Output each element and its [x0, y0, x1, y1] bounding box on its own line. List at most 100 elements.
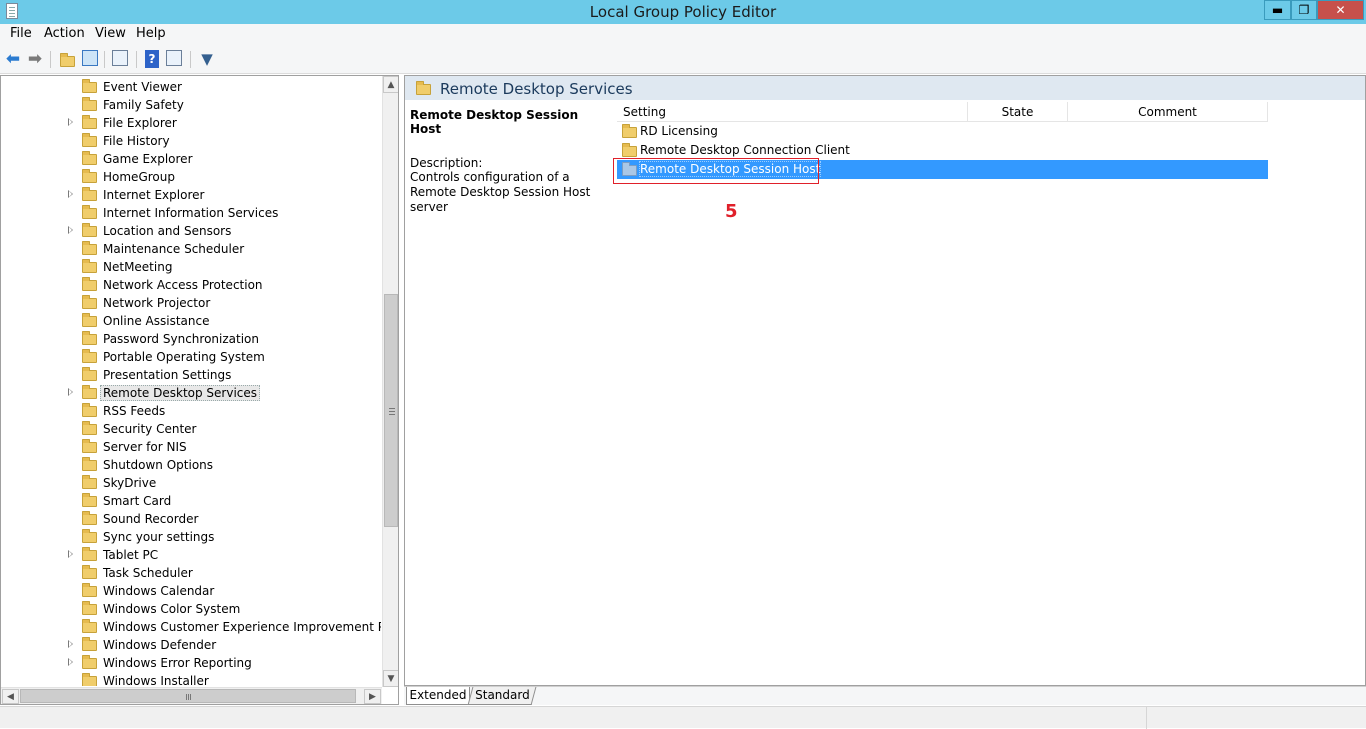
details-pane: Remote Desktop Services Remote Desktop S…: [404, 75, 1366, 686]
tree-item[interactable]: Internet Information Services: [1, 204, 381, 222]
tree-item[interactable]: NetMeeting: [1, 258, 381, 276]
expand-arrow-icon[interactable]: [68, 388, 73, 396]
tree-item-label: Sound Recorder: [103, 512, 199, 526]
tree-item[interactable]: SkyDrive: [1, 474, 381, 492]
tree-horizontal-scrollbar[interactable]: ◀ ▶: [1, 687, 382, 704]
folder-icon: [416, 81, 431, 95]
tree-item[interactable]: Sync your settings: [1, 528, 381, 546]
tree-item[interactable]: Maintenance Scheduler: [1, 240, 381, 258]
tree-item[interactable]: Windows Calendar: [1, 582, 381, 600]
show-hide-action-pane-icon[interactable]: [166, 50, 182, 66]
horizontal-scroll-thumb[interactable]: [20, 689, 356, 703]
scroll-left-arrow-icon[interactable]: ◀: [2, 689, 19, 704]
list-item[interactable]: RD Licensing: [617, 122, 1268, 141]
tree-item[interactable]: Game Explorer: [1, 150, 381, 168]
tab-extended[interactable]: Extended: [406, 687, 470, 705]
tree-item[interactable]: File History: [1, 132, 381, 150]
expand-arrow-icon[interactable]: [68, 640, 73, 648]
tree-item[interactable]: Server for NIS: [1, 438, 381, 456]
tree-item[interactable]: Windows Color System: [1, 600, 381, 618]
up-one-level-icon[interactable]: [58, 50, 76, 68]
tree-item[interactable]: Event Viewer: [1, 78, 381, 96]
menu-help[interactable]: Help: [136, 26, 166, 41]
column-header-setting[interactable]: Setting: [617, 102, 968, 122]
help-icon[interactable]: ?: [145, 50, 159, 68]
tree-item[interactable]: Shutdown Options: [1, 456, 381, 474]
console-tree-pane: Event Viewer Family Safety File Explorer Fi…: [0, 75, 399, 705]
tree-item-label: Maintenance Scheduler: [103, 242, 245, 256]
tree-item[interactable]: Windows Defender: [1, 636, 381, 654]
tree-item[interactable]: Task Scheduler: [1, 564, 381, 582]
tree-item[interactable]: Windows Customer Experience Improvement …: [1, 618, 381, 636]
menu-action[interactable]: Action: [44, 26, 85, 41]
description-panel: Remote Desktop Session Host Description:…: [410, 108, 610, 215]
scroll-right-arrow-icon[interactable]: ▶: [364, 689, 381, 704]
scroll-thumb[interactable]: [384, 294, 398, 527]
tree-item[interactable]: Portable Operating System: [1, 348, 381, 366]
tab-standard[interactable]: Standard: [467, 687, 537, 705]
folder-icon: [82, 133, 97, 147]
expand-arrow-icon[interactable]: [68, 226, 73, 234]
expand-arrow-icon[interactable]: [68, 658, 73, 666]
tree-item[interactable]: Location and Sensors: [1, 222, 381, 240]
back-arrow-icon[interactable]: ⬅: [4, 49, 22, 69]
tree-item[interactable]: HomeGroup: [1, 168, 381, 186]
column-header-state[interactable]: State: [968, 102, 1068, 122]
toolbar-separator: [136, 51, 137, 68]
status-bar: [0, 706, 1366, 729]
minimize-button[interactable]: ▬: [1264, 0, 1291, 20]
folder-icon: [82, 493, 97, 507]
tree-item[interactable]: Windows Error Reporting: [1, 654, 381, 672]
folder-icon: [82, 115, 97, 129]
folder-icon: [82, 655, 97, 669]
show-hide-console-tree-icon[interactable]: [82, 50, 98, 66]
menu-view[interactable]: View: [95, 26, 126, 41]
tree-item-label: Presentation Settings: [103, 368, 232, 382]
annotation-highlight-box: [613, 158, 819, 184]
tree-item[interactable]: Network Access Protection: [1, 276, 381, 294]
folder-icon: [622, 124, 637, 138]
close-button[interactable]: ✕: [1317, 0, 1364, 20]
scroll-down-arrow-icon[interactable]: ▼: [383, 670, 398, 687]
tree-item-label: Family Safety: [103, 98, 184, 112]
tree-item-label: Internet Information Services: [103, 206, 279, 220]
tree-item[interactable]: RSS Feeds: [1, 402, 381, 420]
tree-item[interactable]: Presentation Settings: [1, 366, 381, 384]
list-item-label: RD Licensing: [640, 124, 718, 138]
expand-arrow-icon[interactable]: [68, 550, 73, 558]
tree-item[interactable]: Windows Installer: [1, 672, 381, 686]
folder-icon: [82, 439, 97, 453]
forward-arrow-icon[interactable]: ➡: [26, 49, 44, 69]
restore-button[interactable]: ❐: [1291, 0, 1317, 20]
expand-arrow-icon[interactable]: [68, 190, 73, 198]
tree-item[interactable]: Password Synchronization: [1, 330, 381, 348]
details-header-title: Remote Desktop Services: [440, 80, 633, 98]
tree-item[interactable]: Network Projector: [1, 294, 381, 312]
export-list-icon[interactable]: [112, 50, 128, 66]
expand-arrow-icon[interactable]: [68, 118, 73, 126]
tree-item[interactable]: Internet Explorer: [1, 186, 381, 204]
folder-icon: [82, 547, 97, 561]
tree-item-label: Smart Card: [103, 494, 172, 508]
column-header-comment[interactable]: Comment: [1068, 102, 1268, 122]
menu-file[interactable]: File: [10, 26, 32, 41]
close-icon: ✕: [1335, 3, 1346, 17]
tree-item[interactable]: Online Assistance: [1, 312, 381, 330]
console-tree: Event Viewer Family Safety File Explorer Fi…: [1, 76, 381, 686]
scroll-up-arrow-icon[interactable]: ▲: [383, 76, 398, 93]
filter-icon[interactable]: ▼: [198, 50, 216, 68]
tree-item-label: SkyDrive: [103, 476, 157, 490]
tree-item[interactable]: Sound Recorder: [1, 510, 381, 528]
tree-item-label: Security Center: [103, 422, 197, 436]
toolbar: ⬅ ➡ ? ▼: [0, 44, 1366, 74]
tree-item[interactable]: Security Center: [1, 420, 381, 438]
tree-item-label: Sync your settings: [103, 530, 215, 544]
tree-item[interactable]: Tablet PC: [1, 546, 381, 564]
tree-item[interactable]: Remote Desktop Services: [1, 384, 381, 402]
tree-item[interactable]: File Explorer: [1, 114, 381, 132]
tree-vertical-scrollbar[interactable]: ▲ ▼: [382, 76, 398, 687]
tree-item[interactable]: Smart Card: [1, 492, 381, 510]
tree-item[interactable]: Family Safety: [1, 96, 381, 114]
tree-item-label: Remote Desktop Services: [100, 385, 261, 401]
tree-item-label: NetMeeting: [103, 260, 173, 274]
